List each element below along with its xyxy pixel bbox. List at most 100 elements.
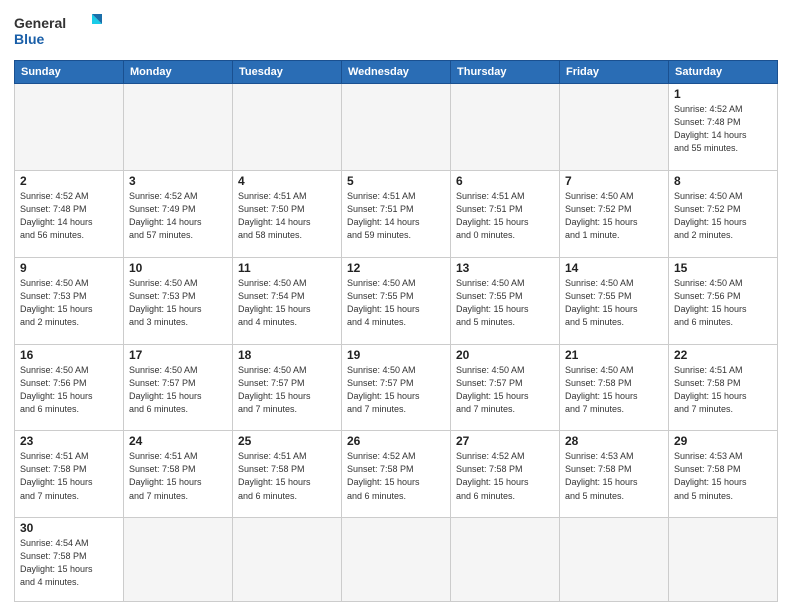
day-info: Sunrise: 4:51 AMSunset: 7:58 PMDaylight:… [238, 450, 336, 502]
day-info: Sunrise: 4:51 AMSunset: 7:58 PMDaylight:… [20, 450, 118, 502]
day-info: Sunrise: 4:50 AMSunset: 7:57 PMDaylight:… [347, 364, 445, 416]
calendar-cell: 11 Sunrise: 4:50 AMSunset: 7:54 PMDayligh… [233, 257, 342, 344]
calendar-row-4: 16 Sunrise: 4:50 AMSunset: 7:56 PMDayligh… [15, 344, 778, 431]
calendar-cell [124, 84, 233, 171]
logo-svg: General Blue [14, 10, 104, 52]
calendar-cell: 5 Sunrise: 4:51 AMSunset: 7:51 PMDaylight… [342, 170, 451, 257]
calendar-row-6: 30 Sunrise: 4:54 AMSunset: 7:58 PMDayligh… [15, 518, 778, 602]
day-info: Sunrise: 4:50 AMSunset: 7:52 PMDaylight:… [565, 190, 663, 242]
calendar-cell: 16 Sunrise: 4:50 AMSunset: 7:56 PMDayligh… [15, 344, 124, 431]
day-info: Sunrise: 4:52 AMSunset: 7:58 PMDaylight:… [347, 450, 445, 502]
day-number: 6 [456, 174, 554, 188]
calendar-cell [560, 518, 669, 602]
calendar-cell: 1 Sunrise: 4:52 AMSunset: 7:48 PMDaylight… [669, 84, 778, 171]
calendar-row-1: 1 Sunrise: 4:52 AMSunset: 7:48 PMDaylight… [15, 84, 778, 171]
day-info: Sunrise: 4:50 AMSunset: 7:53 PMDaylight:… [129, 277, 227, 329]
calendar-cell [15, 84, 124, 171]
calendar-cell: 29 Sunrise: 4:53 AMSunset: 7:58 PMDayligh… [669, 431, 778, 518]
day-info: Sunrise: 4:50 AMSunset: 7:54 PMDaylight:… [238, 277, 336, 329]
day-number: 19 [347, 348, 445, 362]
day-info: Sunrise: 4:50 AMSunset: 7:52 PMDaylight:… [674, 190, 772, 242]
day-number: 18 [238, 348, 336, 362]
day-number: 16 [20, 348, 118, 362]
day-info: Sunrise: 4:50 AMSunset: 7:57 PMDaylight:… [456, 364, 554, 416]
day-info: Sunrise: 4:50 AMSunset: 7:56 PMDaylight:… [674, 277, 772, 329]
day-info: Sunrise: 4:50 AMSunset: 7:56 PMDaylight:… [20, 364, 118, 416]
day-number: 30 [20, 521, 118, 535]
weekday-header-tuesday: Tuesday [233, 61, 342, 84]
calendar-cell: 28Sunrise: 4:53 AMSunset: 7:58 PMDayligh… [560, 431, 669, 518]
calendar-cell: 30 Sunrise: 4:54 AMSunset: 7:58 PMDayligh… [15, 518, 124, 602]
header: General Blue [14, 10, 778, 52]
day-info: Sunrise: 4:51 AMSunset: 7:51 PMDaylight:… [347, 190, 445, 242]
calendar-cell: 8 Sunrise: 4:50 AMSunset: 7:52 PMDaylight… [669, 170, 778, 257]
weekday-header-monday: Monday [124, 61, 233, 84]
calendar-cell: 25 Sunrise: 4:51 AMSunset: 7:58 PMDayligh… [233, 431, 342, 518]
calendar-cell [669, 518, 778, 602]
day-number: 8 [674, 174, 772, 188]
day-number: 25 [238, 434, 336, 448]
calendar-cell: 10 Sunrise: 4:50 AMSunset: 7:53 PMDayligh… [124, 257, 233, 344]
day-number: 14 [565, 261, 663, 275]
calendar-cell [233, 84, 342, 171]
calendar-cell: 20 Sunrise: 4:50 AMSunset: 7:57 PMDayligh… [451, 344, 560, 431]
day-info: Sunrise: 4:50 AMSunset: 7:53 PMDaylight:… [20, 277, 118, 329]
calendar-cell: 7 Sunrise: 4:50 AMSunset: 7:52 PMDaylight… [560, 170, 669, 257]
svg-text:Blue: Blue [14, 31, 45, 47]
calendar-cell: 3 Sunrise: 4:52 AMSunset: 7:49 PMDaylight… [124, 170, 233, 257]
weekday-header-saturday: Saturday [669, 61, 778, 84]
day-info: Sunrise: 4:52 AMSunset: 7:58 PMDaylight:… [456, 450, 554, 502]
day-number: 11 [238, 261, 336, 275]
calendar-cell [451, 518, 560, 602]
calendar-cell: 14 Sunrise: 4:50 AMSunset: 7:55 PMDayligh… [560, 257, 669, 344]
logo: General Blue [14, 10, 104, 52]
day-number: 15 [674, 261, 772, 275]
day-info: Sunrise: 4:51 AMSunset: 7:58 PMDaylight:… [674, 364, 772, 416]
calendar-cell [124, 518, 233, 602]
day-number: 1 [674, 87, 772, 101]
day-number: 2 [20, 174, 118, 188]
day-number: 10 [129, 261, 227, 275]
weekday-header-thursday: Thursday [451, 61, 560, 84]
day-info: Sunrise: 4:52 AMSunset: 7:49 PMDaylight:… [129, 190, 227, 242]
page: General Blue SundayMondayTuesdayWednesda… [0, 0, 792, 612]
calendar-cell: 12Sunrise: 4:50 AMSunset: 7:55 PMDayligh… [342, 257, 451, 344]
day-number: 20 [456, 348, 554, 362]
calendar-cell: 6Sunrise: 4:51 AMSunset: 7:51 PMDaylight… [451, 170, 560, 257]
day-number: 27 [456, 434, 554, 448]
calendar-cell [233, 518, 342, 602]
day-number: 3 [129, 174, 227, 188]
day-info: Sunrise: 4:54 AMSunset: 7:58 PMDaylight:… [20, 537, 118, 589]
calendar-cell: 9Sunrise: 4:50 AMSunset: 7:53 PMDaylight… [15, 257, 124, 344]
day-number: 7 [565, 174, 663, 188]
calendar-cell: 27 Sunrise: 4:52 AMSunset: 7:58 PMDayligh… [451, 431, 560, 518]
day-number: 22 [674, 348, 772, 362]
day-number: 4 [238, 174, 336, 188]
calendar-cell: 24Sunrise: 4:51 AMSunset: 7:58 PMDayligh… [124, 431, 233, 518]
svg-text:General: General [14, 15, 66, 31]
calendar-cell [342, 84, 451, 171]
day-info: Sunrise: 4:53 AMSunset: 7:58 PMDaylight:… [674, 450, 772, 502]
calendar-cell: 13Sunrise: 4:50 AMSunset: 7:55 PMDayligh… [451, 257, 560, 344]
calendar-body: 1 Sunrise: 4:52 AMSunset: 7:48 PMDaylight… [15, 84, 778, 602]
calendar-cell: 4 Sunrise: 4:51 AMSunset: 7:50 PMDaylight… [233, 170, 342, 257]
day-info: Sunrise: 4:52 AMSunset: 7:48 PMDaylight:… [20, 190, 118, 242]
calendar-cell [560, 84, 669, 171]
day-info: Sunrise: 4:50 AMSunset: 7:55 PMDaylight:… [565, 277, 663, 329]
calendar-cell: 23Sunrise: 4:51 AMSunset: 7:58 PMDayligh… [15, 431, 124, 518]
day-number: 29 [674, 434, 772, 448]
day-number: 5 [347, 174, 445, 188]
day-info: Sunrise: 4:50 AMSunset: 7:55 PMDaylight:… [456, 277, 554, 329]
day-info: Sunrise: 4:50 AMSunset: 7:57 PMDaylight:… [238, 364, 336, 416]
weekday-header-friday: Friday [560, 61, 669, 84]
calendar-cell: 22 Sunrise: 4:51 AMSunset: 7:58 PMDayligh… [669, 344, 778, 431]
weekday-header-row: SundayMondayTuesdayWednesdayThursdayFrid… [15, 61, 778, 84]
day-info: Sunrise: 4:51 AMSunset: 7:50 PMDaylight:… [238, 190, 336, 242]
day-number: 28 [565, 434, 663, 448]
day-number: 17 [129, 348, 227, 362]
calendar-cell: 26Sunrise: 4:52 AMSunset: 7:58 PMDayligh… [342, 431, 451, 518]
day-info: Sunrise: 4:52 AMSunset: 7:48 PMDaylight:… [674, 103, 772, 155]
calendar: SundayMondayTuesdayWednesdayThursdayFrid… [14, 60, 778, 602]
day-info: Sunrise: 4:50 AMSunset: 7:58 PMDaylight:… [565, 364, 663, 416]
calendar-row-3: 9Sunrise: 4:50 AMSunset: 7:53 PMDaylight… [15, 257, 778, 344]
